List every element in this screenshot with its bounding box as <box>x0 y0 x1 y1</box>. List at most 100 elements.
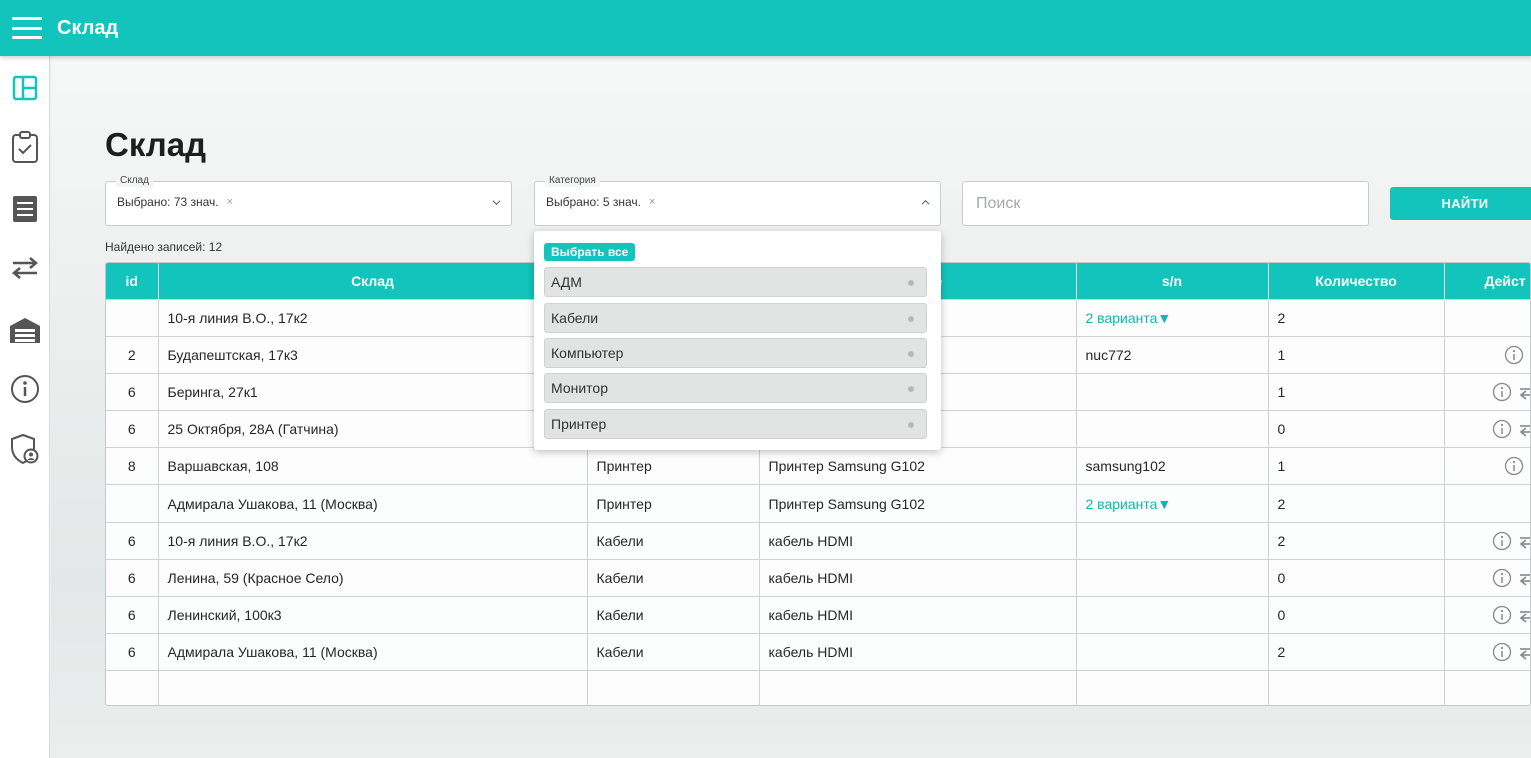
app-title: Склад <box>57 16 119 39</box>
top-app-bar: Склад <box>0 0 1531 56</box>
category-select[interactable]: Категория Выбрано: 5 знач. × <box>534 175 941 226</box>
transfer-icon[interactable] <box>1519 570 1530 586</box>
cell-warehouse: 10-я линия В.О., 17к2 <box>158 298 588 337</box>
table-row: 8 Варшавская, 108 Принтер Принтер Samsun… <box>106 447 1530 485</box>
category-option[interactable]: Принтер <box>544 409 927 439</box>
search-input[interactable] <box>962 181 1369 226</box>
clear-category-icon[interactable]: × <box>649 196 655 208</box>
chevron-up-icon[interactable] <box>921 198 930 207</box>
cell-actions <box>1444 633 1530 671</box>
cell-warehouse: 10-я линия В.О., 17к2 <box>158 521 588 560</box>
dashboard-icon[interactable] <box>8 71 42 105</box>
cell-quantity <box>1268 670 1445 705</box>
warehouse-select-label: Склад <box>116 175 153 187</box>
column-header-actions: Дейст <box>1444 263 1530 299</box>
list-icon[interactable] <box>8 192 42 226</box>
cell-quantity: 0 <box>1268 410 1445 448</box>
select-all-button[interactable]: Выбрать все <box>544 243 636 261</box>
transfer-icon[interactable] <box>1519 384 1530 400</box>
variants-toggle[interactable]: 2 варианта▼ <box>1086 310 1172 326</box>
option-label: Монитор <box>551 380 608 396</box>
cell-sn <box>1076 372 1269 411</box>
info-icon[interactable] <box>1492 419 1512 439</box>
column-header-id[interactable]: id <box>106 263 159 299</box>
transfer-icon[interactable] <box>1519 533 1530 549</box>
warehouse-icon[interactable] <box>8 313 42 347</box>
info-icon[interactable] <box>1504 345 1524 365</box>
cell-id <box>106 484 159 523</box>
option-dot-icon <box>908 316 914 322</box>
cell-id: 6 <box>106 558 159 597</box>
column-header-quantity[interactable]: Количество <box>1268 263 1445 299</box>
info-icon[interactable] <box>1504 456 1524 476</box>
cell-name: кабель HDMI <box>759 595 1077 634</box>
cell-category: Кабели <box>587 633 760 671</box>
cell-warehouse: Адмирала Ушакова, 11 (Москва) <box>158 633 588 671</box>
transfer-icon[interactable] <box>1519 607 1530 623</box>
info-icon[interactable] <box>1492 382 1512 402</box>
column-header-warehouse[interactable]: Склад <box>158 263 588 299</box>
variants-toggle[interactable]: 2 варианта▼ <box>1086 496 1172 512</box>
cell-sn <box>1076 410 1269 448</box>
cell-sn <box>1076 633 1269 671</box>
clear-warehouse-icon[interactable]: × <box>227 196 233 208</box>
table-row: 6 10-я линия В.О., 17к2 Кабели кабель HD… <box>106 521 1530 560</box>
category-option[interactable]: Монитор <box>544 373 927 403</box>
cell-sn: 2 варианта▼ <box>1076 484 1269 523</box>
cell-quantity: 1 <box>1268 447 1445 485</box>
option-dot-icon <box>908 280 914 286</box>
cell-warehouse: Беринга, 27к1 <box>158 372 588 411</box>
cell-id: 6 <box>106 633 159 671</box>
cell-sn <box>1076 521 1269 560</box>
transfer-icon[interactable] <box>1519 421 1530 437</box>
cell-quantity: 0 <box>1268 558 1445 597</box>
cell-id: 6 <box>106 521 159 560</box>
info-icon[interactable] <box>8 372 42 406</box>
cell-id <box>106 670 159 705</box>
cell-id: 6 <box>106 372 159 411</box>
cell-actions <box>1444 521 1530 560</box>
cell-actions <box>1444 595 1530 634</box>
cell-actions <box>1444 298 1530 337</box>
info-icon[interactable] <box>1492 642 1512 662</box>
category-option[interactable]: АДМ <box>544 267 927 297</box>
warehouse-chip: Выбрано: 73 знач. × <box>117 195 233 209</box>
sidebar <box>0 56 50 758</box>
cell-id <box>106 298 159 337</box>
option-label: АДМ <box>551 274 582 290</box>
cell-quantity: 2 <box>1268 633 1445 671</box>
cell-name: кабель HDMI <box>759 633 1077 671</box>
category-option[interactable]: Компьютер <box>544 338 927 368</box>
option-dot-icon <box>908 351 914 357</box>
cell-warehouse: 25 Октября, 28А (Гатчина) <box>158 410 588 448</box>
cell-warehouse: Адмирала Ушакова, 11 (Москва) <box>158 484 588 523</box>
shield-user-icon[interactable] <box>8 432 42 466</box>
find-button[interactable]: НАЙТИ <box>1390 187 1531 220</box>
cell-id: 6 <box>106 595 159 634</box>
cell-name: кабель HDMI <box>759 521 1077 560</box>
cell-quantity: 2 <box>1268 298 1445 337</box>
cell-warehouse: Варшавская, 108 <box>158 447 588 485</box>
transfer-icon[interactable] <box>1519 644 1530 660</box>
cell-actions <box>1444 335 1530 374</box>
cell-warehouse: Будапештская, 17к3 <box>158 335 588 374</box>
category-chip-text: Выбрано: 5 знач. <box>546 195 641 209</box>
cell-category: Кабели <box>587 558 760 597</box>
info-icon[interactable] <box>1492 605 1512 625</box>
table-row: 6 Адмирала Ушакова, 11 (Москва) Кабели к… <box>106 633 1530 671</box>
category-option[interactable]: Кабели <box>544 303 927 333</box>
chevron-down-icon[interactable] <box>492 198 501 207</box>
option-label: Кабели <box>551 310 599 326</box>
transfer-icon[interactable] <box>8 251 42 285</box>
warehouse-select[interactable]: Склад Выбрано: 73 знач. × <box>105 175 512 226</box>
cell-category: Кабели <box>587 521 760 560</box>
cell-actions <box>1444 558 1530 597</box>
menu-icon[interactable] <box>12 17 42 39</box>
table-row: 6 Ленинский, 100к3 Кабели кабель HDMI 0 <box>106 595 1530 634</box>
column-header-sn[interactable]: s/n <box>1076 263 1269 299</box>
cell-actions <box>1444 410 1530 448</box>
clipboard-check-icon[interactable] <box>8 130 42 164</box>
category-select-label: Категория <box>545 175 600 187</box>
info-icon[interactable] <box>1492 531 1512 551</box>
info-icon[interactable] <box>1492 568 1512 588</box>
